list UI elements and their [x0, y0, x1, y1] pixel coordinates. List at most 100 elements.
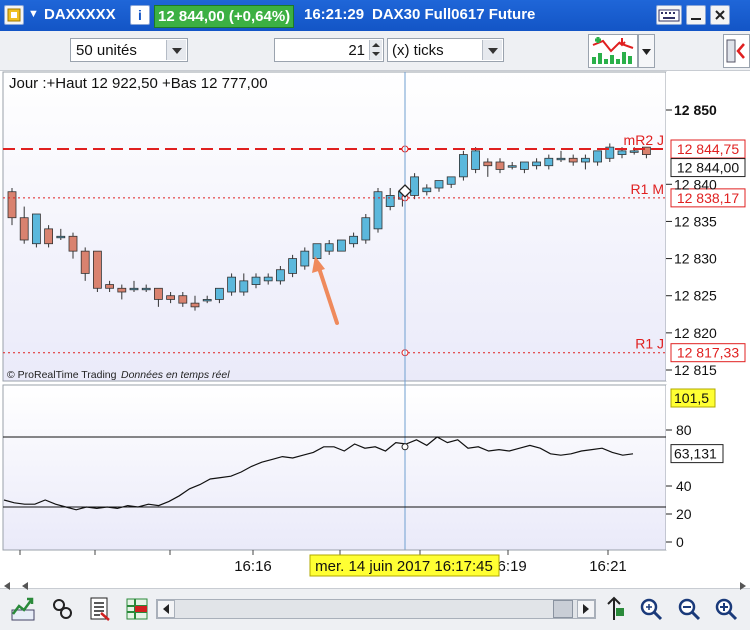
window-menu-icon[interactable] [4, 5, 24, 25]
scroll-to-end-icon[interactable] [602, 596, 628, 622]
price-tick-label: 12 835 [674, 213, 717, 229]
units-select[interactable]: 50 unités [70, 38, 188, 62]
candle-body [434, 180, 444, 189]
orders-list-icon[interactable] [87, 596, 113, 622]
candle [300, 247, 310, 270]
horizontal-scrollbar[interactable] [156, 599, 596, 619]
ticks-unit-value: (x) ticks [392, 42, 444, 59]
info-button[interactable]: i [130, 5, 150, 25]
indicators-icon [592, 37, 634, 64]
candle-body [410, 176, 420, 196]
candle-body [202, 299, 212, 302]
zoom-fit-icon[interactable] [638, 596, 664, 622]
level-name: R1 M [631, 181, 664, 197]
ticks-stepper-icon[interactable] [369, 40, 382, 60]
candle [93, 250, 102, 292]
candle-body [568, 157, 578, 163]
candle-body [495, 161, 505, 170]
link-icon[interactable] [50, 596, 76, 622]
indicator-top-label: 101,5 [674, 390, 709, 406]
chevron-right-icon [583, 604, 589, 614]
keyboard-icon[interactable] [656, 5, 682, 25]
candle-body [56, 235, 66, 239]
close-button[interactable] [710, 5, 730, 25]
indicator-plot-background [2, 384, 667, 551]
ticks-count-value: 21 [348, 42, 365, 59]
symbol-dropdown-icon[interactable]: ▼ [28, 8, 39, 20]
candle-body [227, 276, 237, 293]
scrollbar-thumb[interactable] [553, 600, 573, 618]
candle-body [129, 287, 139, 291]
time-tick-label: 16:21 [589, 558, 627, 575]
chart-style-icon[interactable] [10, 596, 36, 622]
ticks-unit-select[interactable]: (x) ticks [387, 38, 504, 62]
indicators-button[interactable] [588, 34, 638, 68]
watermark-brand: © ProRealTime Trading [7, 369, 117, 381]
level-name: mR2 J [624, 132, 664, 148]
indicator-axis [666, 385, 750, 550]
units-value: 50 unités [76, 42, 137, 59]
scroll-left-arrow-top[interactable] [0, 578, 750, 590]
indicators-dropdown[interactable] [638, 34, 655, 68]
price-tick-label: 12 820 [674, 325, 717, 341]
candle-body [324, 243, 334, 252]
chevron-left-icon [163, 604, 169, 614]
chevron-down-icon[interactable] [482, 40, 502, 60]
zoom-in-icon[interactable] [713, 596, 739, 622]
candle-body [214, 287, 224, 300]
scroll-right-button[interactable] [577, 600, 595, 618]
candle-body [617, 150, 627, 155]
indicator-tick-label: 40 [676, 478, 692, 494]
scroll-left-button[interactable] [157, 600, 175, 618]
instrument-name: DAX30 Full0617 Future [372, 6, 536, 23]
candle-body [166, 295, 176, 300]
candle-body [190, 302, 200, 308]
current-price-label: 12 844,00 [677, 160, 739, 176]
candle-body [556, 157, 566, 161]
minimize-button[interactable] [686, 5, 706, 25]
price-chart[interactable]: Jour :+Haut 12 922,50 +Bas 12 777,00 mR2… [0, 71, 750, 579]
candle-body [544, 157, 554, 167]
indicator-tick-label: 20 [676, 506, 692, 522]
watermark-note: Données en temps réel [121, 369, 230, 381]
side-panel-button[interactable] [723, 34, 750, 68]
ticks-count-input[interactable]: 21 [274, 38, 384, 62]
level-value: 12 844,75 [677, 141, 739, 157]
candle-body [7, 191, 17, 219]
symbol-name[interactable]: DAXXXXX [44, 6, 116, 23]
positions-icon[interactable] [124, 596, 150, 622]
candle-body [520, 161, 529, 170]
chart-area[interactable]: Jour :+Haut 12 922,50 +Bas 12 777,00 mR2… [0, 71, 750, 579]
price-tick-label: 12 850 [674, 102, 717, 118]
level-value: 12 817,33 [677, 345, 739, 361]
candle-body [532, 161, 541, 167]
candle-body [141, 287, 151, 291]
candle [361, 214, 371, 244]
candle-body [251, 276, 261, 285]
indicator-tick-label: 80 [676, 422, 692, 438]
zoom-out-icon[interactable] [676, 596, 702, 622]
candle-body [44, 228, 53, 245]
candle [288, 254, 298, 278]
candle-body [349, 235, 359, 245]
candle-body [336, 239, 346, 252]
candle-body [422, 187, 432, 193]
title-bar: ▼ DAXXXXX i 12 844,00 (+0,64%) 16:21:29 … [0, 0, 750, 31]
candle [44, 225, 53, 248]
candle [373, 188, 383, 233]
price-tick-label: 12 840 [674, 176, 717, 192]
bottom-toolbar [0, 582, 750, 630]
candle-body [19, 217, 29, 241]
candle-body [312, 243, 322, 259]
tiny-arrows-icon [4, 582, 746, 590]
candle-body [373, 191, 383, 230]
candle-body [581, 157, 590, 163]
chevron-down-icon[interactable] [166, 40, 186, 60]
candle-body [80, 250, 90, 274]
candle-body [153, 287, 163, 300]
candle-body [361, 217, 371, 241]
candle [32, 213, 41, 248]
candle [227, 273, 237, 296]
candle [336, 239, 346, 252]
candle-body [593, 150, 602, 163]
